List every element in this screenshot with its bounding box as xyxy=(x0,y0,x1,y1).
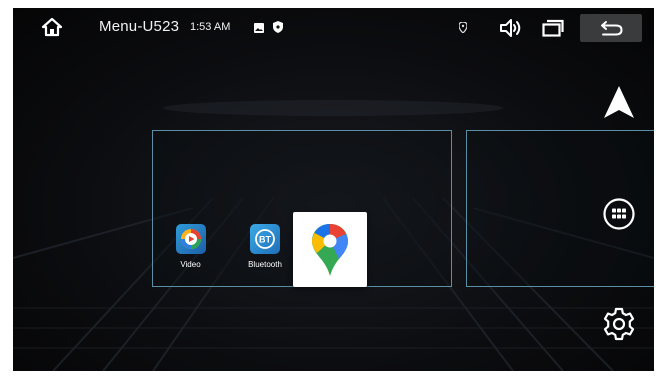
video-icon xyxy=(175,224,206,254)
app-google-maps[interactable] xyxy=(293,212,367,287)
bluetooth-icon: BT xyxy=(250,224,280,254)
settings-gear-icon xyxy=(603,307,635,341)
app-bluetooth[interactable]: BT Bluetooth xyxy=(241,224,289,269)
shield-icon xyxy=(272,21,283,33)
settings-button[interactable] xyxy=(600,305,638,343)
navigation-arrow-icon xyxy=(604,86,634,118)
app-grid-icon xyxy=(603,198,635,230)
bluetooth-icon-text: BT xyxy=(259,235,271,245)
location-pin-icon xyxy=(458,20,468,34)
app-bluetooth-label: Bluetooth xyxy=(248,260,282,269)
screen-title: Menu-U523 xyxy=(99,18,180,35)
back-arrow-icon xyxy=(600,19,624,37)
back-button[interactable] xyxy=(580,14,642,42)
volume-icon[interactable] xyxy=(497,17,525,39)
clock-time: 1:53 AM xyxy=(190,21,231,33)
app-grid-button[interactable] xyxy=(601,196,637,232)
app-video[interactable]: Video xyxy=(168,224,213,269)
home-icon[interactable] xyxy=(39,14,65,40)
google-maps-icon xyxy=(312,223,348,276)
recents-icon[interactable] xyxy=(540,18,566,38)
navigation-button[interactable] xyxy=(601,84,637,120)
head-unit-screen: Menu-U523 1:53 AM Video BT Bluetooth xyxy=(13,8,654,371)
app-video-label: Video xyxy=(180,260,201,269)
status-bar: Menu-U523 1:53 AM xyxy=(13,8,654,48)
photo-icon xyxy=(253,22,264,33)
